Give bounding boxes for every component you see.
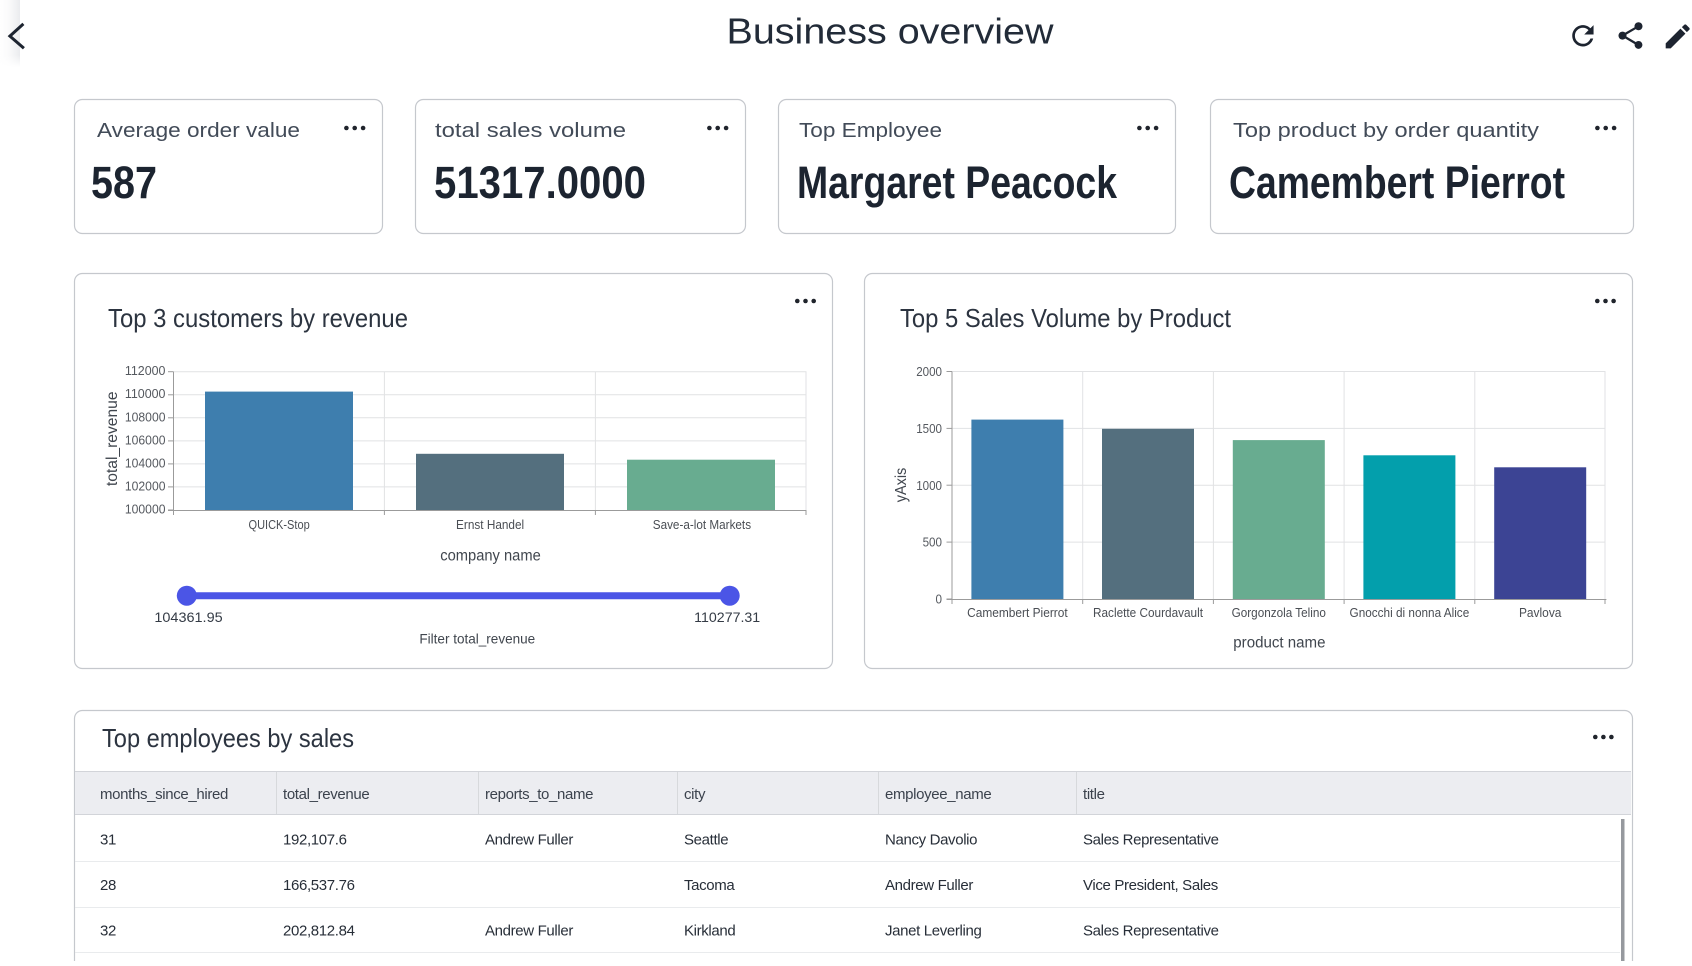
svg-text:Top 5 Sales Volume by Product: Top 5 Sales Volume by Product bbox=[900, 303, 1232, 333]
svg-text:Filter total_revenue: Filter total_revenue bbox=[419, 631, 535, 647]
svg-text:Nancy Davolio: Nancy Davolio bbox=[885, 831, 977, 848]
svg-text:Janet Leverling: Janet Leverling bbox=[885, 922, 981, 939]
svg-text:1000: 1000 bbox=[916, 479, 942, 493]
svg-text:Sales Representative: Sales Representative bbox=[1083, 831, 1219, 848]
svg-text:104000: 104000 bbox=[125, 456, 166, 470]
svg-text:Camembert Pierrot: Camembert Pierrot bbox=[967, 605, 1068, 620]
svg-text:104361.95: 104361.95 bbox=[154, 609, 223, 625]
svg-text:Pavlova: Pavlova bbox=[1519, 605, 1562, 620]
svg-text:587: 587 bbox=[91, 157, 157, 208]
svg-text:106000: 106000 bbox=[125, 433, 166, 447]
svg-text:Top product by order quantity: Top product by order quantity bbox=[1233, 120, 1539, 142]
svg-text:110277.31: 110277.31 bbox=[694, 609, 760, 625]
svg-text:500: 500 bbox=[923, 536, 942, 550]
svg-text:Seattle: Seattle bbox=[684, 831, 728, 848]
svg-text:Camembert Pierrot: Camembert Pierrot bbox=[1229, 157, 1565, 208]
svg-text:Ernst Handel: Ernst Handel bbox=[456, 517, 524, 532]
svg-text:0: 0 bbox=[936, 593, 943, 607]
svg-text:total_revenue: total_revenue bbox=[104, 392, 121, 487]
svg-text:Margaret Peacock: Margaret Peacock bbox=[797, 157, 1118, 208]
svg-text:Vice President, Sales: Vice President, Sales bbox=[1083, 877, 1218, 894]
svg-text:QUICK-Stop: QUICK-Stop bbox=[249, 517, 310, 532]
svg-text:166,537.76: 166,537.76 bbox=[283, 877, 355, 894]
svg-text:Sales Representative: Sales Representative bbox=[1083, 922, 1219, 939]
svg-text:Average order value: Average order value bbox=[97, 120, 300, 142]
svg-text:title: title bbox=[1083, 786, 1105, 803]
svg-text:192,107.6: 192,107.6 bbox=[283, 831, 347, 848]
svg-text:108000: 108000 bbox=[125, 410, 166, 424]
svg-text:Kirkland: Kirkland bbox=[684, 922, 735, 939]
svg-text:2000: 2000 bbox=[916, 365, 942, 379]
svg-text:Gorgonzola Telino: Gorgonzola Telino bbox=[1232, 605, 1326, 620]
svg-text:202,812.84: 202,812.84 bbox=[283, 922, 355, 939]
svg-text:102000: 102000 bbox=[125, 479, 166, 493]
svg-text:total sales volume: total sales volume bbox=[435, 120, 626, 142]
svg-text:31: 31 bbox=[100, 831, 116, 848]
svg-text:Tacoma: Tacoma bbox=[684, 877, 735, 894]
svg-text:city: city bbox=[684, 786, 706, 803]
svg-text:Business overview: Business overview bbox=[727, 11, 1055, 52]
svg-text:total_revenue: total_revenue bbox=[283, 786, 369, 803]
svg-text:employee_name: employee_name bbox=[885, 786, 991, 803]
svg-text:110000: 110000 bbox=[125, 387, 166, 401]
svg-text:reports_to_name: reports_to_name bbox=[485, 786, 593, 803]
svg-text:Raclette Courdavault: Raclette Courdavault bbox=[1093, 605, 1203, 620]
svg-text:Gnocchi di nonna Alice: Gnocchi di nonna Alice bbox=[1350, 605, 1470, 620]
svg-text:product name: product name bbox=[1233, 635, 1325, 652]
svg-text:Save-a-lot Markets: Save-a-lot Markets bbox=[653, 517, 752, 532]
svg-text:yAxis: yAxis bbox=[893, 467, 910, 502]
svg-text:Andrew Fuller: Andrew Fuller bbox=[885, 877, 973, 894]
svg-text:100000: 100000 bbox=[125, 503, 166, 517]
svg-text:Top 3 customers by revenue: Top 3 customers by revenue bbox=[108, 303, 408, 333]
svg-text:Top Employee: Top Employee bbox=[799, 120, 942, 142]
svg-text:Andrew Fuller: Andrew Fuller bbox=[485, 831, 573, 848]
svg-text:months_since_hired: months_since_hired bbox=[100, 786, 228, 803]
svg-text:51317.0000: 51317.0000 bbox=[434, 157, 646, 208]
svg-text:112000: 112000 bbox=[125, 364, 166, 378]
svg-text:28: 28 bbox=[100, 877, 116, 894]
svg-text:company name: company name bbox=[440, 548, 541, 565]
svg-text:1500: 1500 bbox=[916, 422, 942, 436]
svg-text:32: 32 bbox=[100, 922, 116, 939]
svg-text:Andrew Fuller: Andrew Fuller bbox=[485, 922, 573, 939]
svg-text:Top employees by sales: Top employees by sales bbox=[102, 723, 354, 753]
